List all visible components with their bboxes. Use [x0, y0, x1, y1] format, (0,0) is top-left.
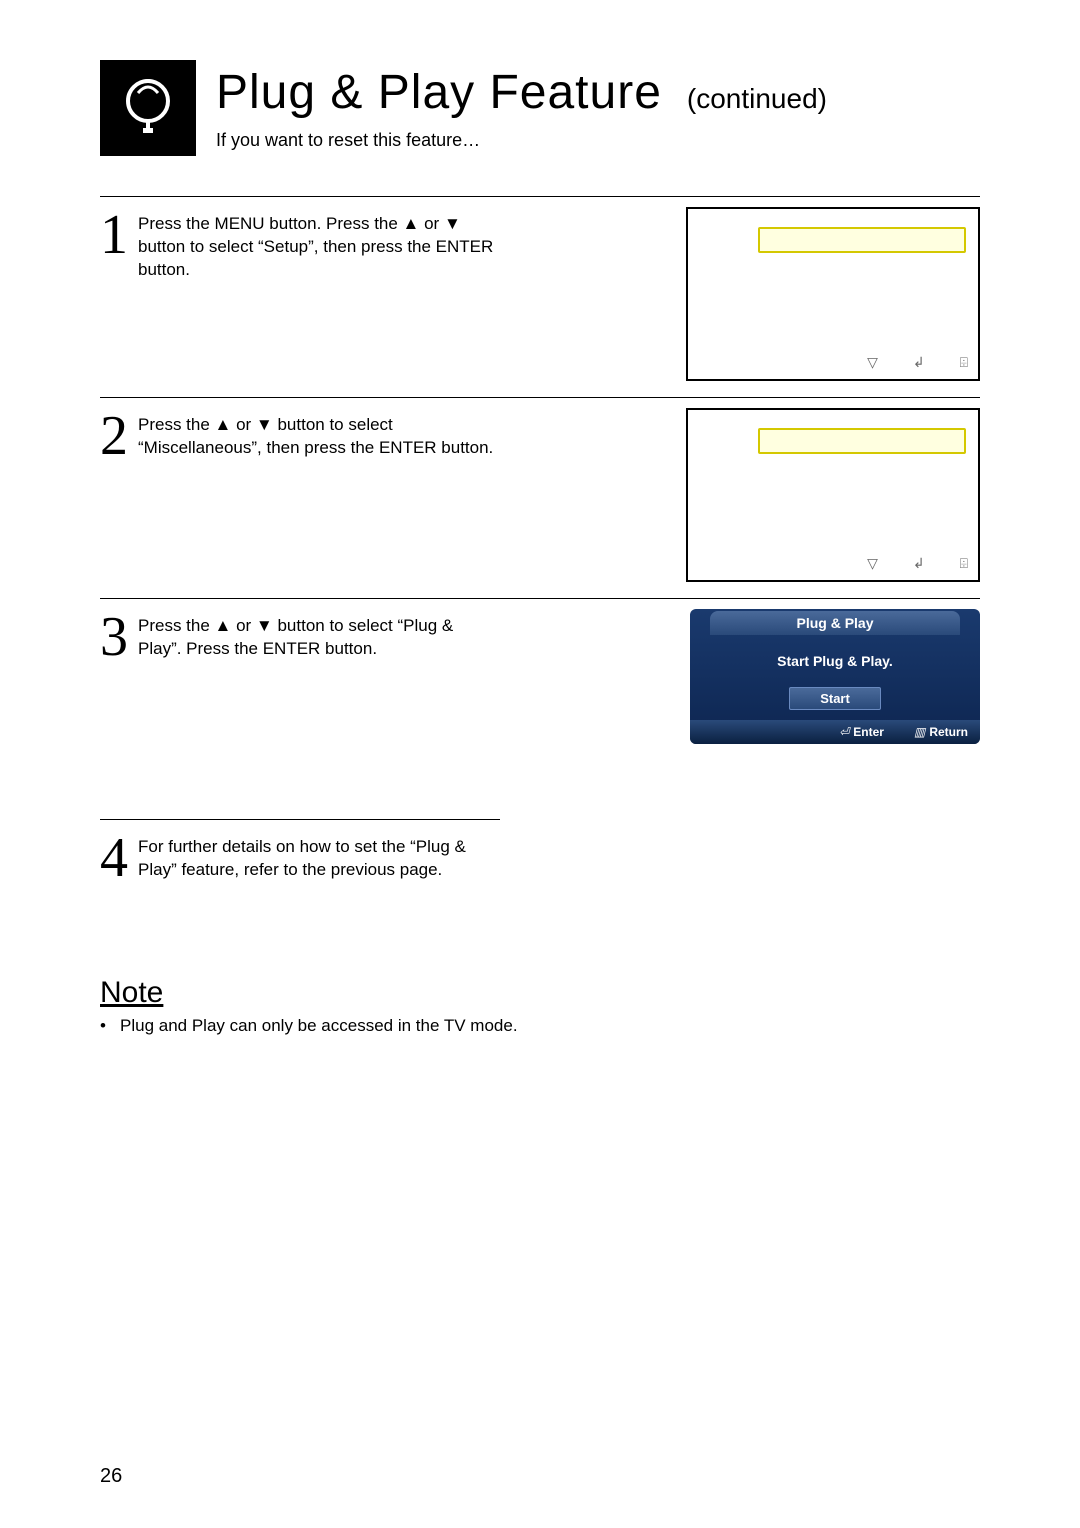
return-icon: ⌹: [960, 354, 968, 371]
dialog-message: Start Plug & Play.: [690, 653, 980, 669]
start-button[interactable]: Start: [789, 687, 881, 710]
step-4: 4 For further details on how to set the …: [100, 819, 500, 886]
step-text: Press the ▲ or ▼ button to select “Plug …: [138, 609, 500, 661]
step-text: For further details on how to set the “P…: [138, 830, 500, 882]
step-text: Press the ▲ or ▼ button to select “Misce…: [138, 408, 500, 460]
return-hint: Return: [914, 725, 968, 739]
page-title: Plug & Play Feature: [216, 65, 662, 120]
step-text: Press the MENU button. Press the ▲ or ▼ …: [138, 207, 500, 282]
step-2: 2 Press the ▲ or ▼ button to select “Mis…: [100, 397, 980, 598]
page-subtitle: If you want to reset this feature…: [216, 130, 980, 151]
page-number: 26: [100, 1465, 122, 1488]
step-number: 2: [100, 408, 128, 464]
bullet: •: [100, 1016, 112, 1036]
down-icon: ▽: [867, 354, 878, 371]
note-heading: Note: [100, 976, 980, 1010]
page-header: Plug & Play Feature (continued) If you w…: [100, 60, 980, 156]
tv-setup-menu-screenshot: ▽ ↲ ⌹: [686, 207, 980, 381]
step-number: 1: [100, 207, 128, 263]
dialog-title: Plug & Play: [710, 611, 960, 635]
note-text: Plug and Play can only be accessed in th…: [120, 1016, 518, 1036]
return-icon: [914, 725, 925, 739]
highlighted-row: [758, 227, 966, 253]
return-icon: ⌹: [960, 555, 968, 572]
down-icon: ▽: [867, 555, 878, 572]
step-3: 3 Press the ▲ or ▼ button to select “Plu…: [100, 598, 980, 769]
enter-icon: [839, 725, 849, 739]
tv-misc-menu-screenshot: ▽ ↲ ⌹: [686, 408, 980, 582]
step-number: 4: [100, 830, 128, 886]
step-1: 1 Press the MENU button. Press the ▲ or …: [100, 196, 980, 397]
continued-label: (continued): [687, 83, 827, 115]
enter-hint: Enter: [839, 725, 884, 739]
note-section: Note • Plug and Play can only be accesse…: [100, 976, 980, 1036]
step-number: 3: [100, 609, 128, 665]
plug-and-play-dialog: Plug & Play Start Plug & Play. Start Ent…: [690, 609, 980, 744]
highlighted-row: [758, 428, 966, 454]
enter-icon: ↲: [913, 555, 925, 572]
enter-icon: ↲: [913, 354, 925, 371]
lightbulb-icon: [100, 60, 196, 156]
